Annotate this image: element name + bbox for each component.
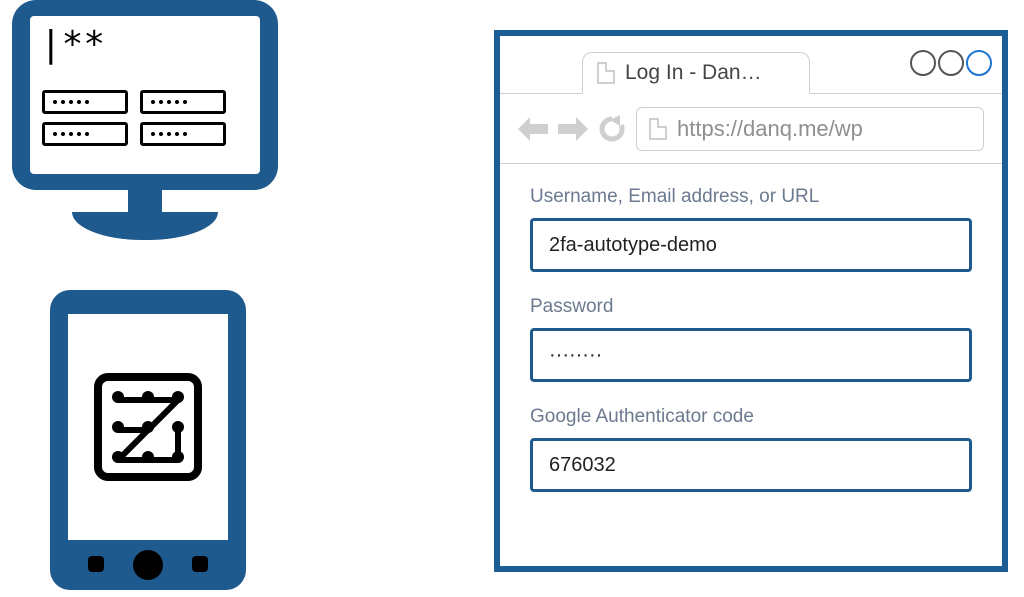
illustration-column: |**	[0, 0, 330, 597]
browser-navbar: https://danq.me/wp	[500, 94, 1002, 164]
window-control-dot[interactable]	[938, 50, 964, 76]
window-control-dot[interactable]	[966, 50, 992, 76]
page-icon	[597, 62, 615, 84]
mini-password-field	[42, 90, 128, 114]
forward-arrow-icon[interactable]	[558, 115, 588, 143]
otp-label: Google Authenticator code	[530, 406, 972, 428]
unlock-pattern-icon	[94, 373, 202, 481]
browser-window: Log In - Dan… https://danq.me/wp Usernam…	[494, 30, 1008, 572]
otp-field[interactable]	[530, 438, 972, 492]
reload-icon[interactable]	[598, 115, 626, 143]
phone-button-icon	[192, 556, 208, 572]
window-control-dot[interactable]	[910, 50, 936, 76]
desktop-monitor-icon: |**	[12, 0, 278, 190]
mini-password-field	[42, 122, 128, 146]
password-field[interactable]	[530, 328, 972, 382]
password-mask-text: |**	[40, 24, 105, 65]
monitor-stand-icon	[128, 190, 162, 212]
phone-home-button-icon	[133, 550, 163, 580]
login-form: Username, Email address, or URL Password…	[500, 164, 1002, 538]
smartphone-icon	[50, 290, 246, 590]
username-label: Username, Email address, or URL	[530, 186, 972, 208]
phone-button-icon	[88, 556, 104, 572]
mini-password-field	[140, 90, 226, 114]
window-controls	[910, 50, 992, 76]
monitor-base-icon	[72, 212, 218, 240]
back-arrow-icon[interactable]	[518, 115, 548, 143]
tab-title: Log In - Dan…	[625, 61, 762, 85]
browser-tabstrip: Log In - Dan…	[500, 36, 1002, 94]
url-text: https://danq.me/wp	[677, 116, 863, 142]
browser-tab[interactable]: Log In - Dan…	[582, 52, 810, 94]
monitor-screen: |**	[30, 16, 260, 174]
url-bar[interactable]: https://danq.me/wp	[636, 107, 984, 151]
mini-password-field	[140, 122, 226, 146]
password-label: Password	[530, 296, 972, 318]
username-field[interactable]	[530, 218, 972, 272]
phone-screen	[68, 314, 228, 540]
page-icon	[649, 118, 667, 140]
